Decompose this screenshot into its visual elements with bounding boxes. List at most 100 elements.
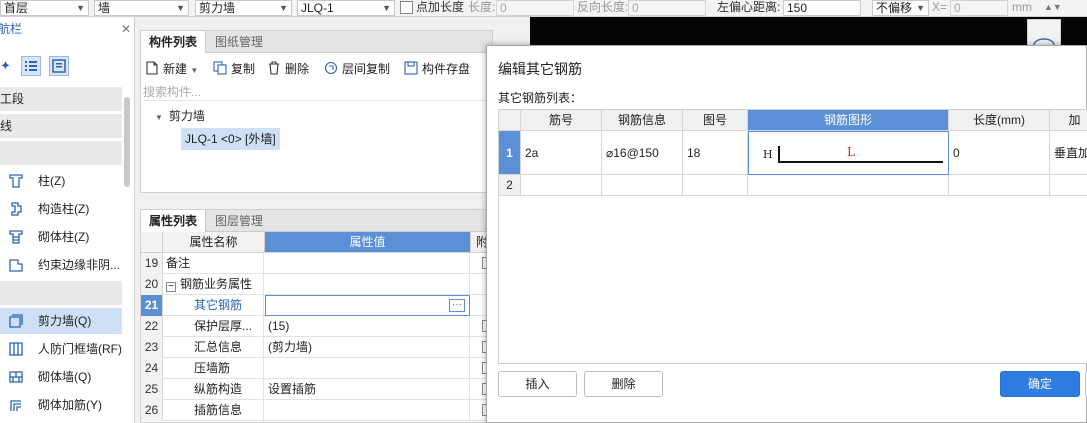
subtype-select[interactable]: 剪力墙 ▼ — [195, 0, 292, 16]
table-header-bar-shape: 钢筋图形 — [748, 110, 949, 131]
nav-item-masonry-rebar[interactable]: 砌体加筋(Y) — [0, 392, 122, 418]
property-value[interactable] — [265, 274, 470, 295]
component-search-input[interactable]: 搜索构件... — [143, 83, 491, 101]
bar-shape-cell[interactable] — [748, 175, 949, 196]
new-button[interactable]: 新建 ▼ — [145, 60, 198, 78]
nav-group-section[interactable]: 施工段 — [0, 87, 122, 111]
tree-expand-icon[interactable]: ▼ — [155, 113, 163, 122]
nav-item-masonry-column[interactable]: 砌体柱(Z) — [0, 224, 122, 250]
left-offset-label: 左偏心距离: — [717, 0, 781, 14]
tree-node-shear-wall[interactable]: ▼ 剪力墙 — [155, 107, 205, 124]
reverse-length-input[interactable]: 0 — [628, 0, 706, 16]
floor-copy-button-label: 层间复制 — [342, 62, 391, 76]
property-value[interactable]: 设置插筋 — [265, 379, 470, 400]
component-select[interactable]: JLQ-1 ▼ — [297, 0, 395, 16]
bar-shape-cell[interactable]: H L — [748, 131, 949, 175]
property-row[interactable]: 22 保护层厚... (15) — [141, 316, 492, 337]
nav-group-wall[interactable]: 墙 — [0, 281, 122, 305]
property-value[interactable] — [265, 253, 470, 274]
nav-item-edge-member[interactable]: 约束边缘非阴... — [0, 252, 122, 278]
component-tabs: 构件列表 图纸管理 — [141, 31, 492, 53]
detail-view-icon[interactable] — [49, 56, 69, 76]
length-cell[interactable] — [949, 175, 1050, 196]
insert-button[interactable]: 插入 — [498, 371, 577, 397]
row-number[interactable]: 2 — [499, 175, 521, 196]
property-row[interactable]: 23 汇总信息 (剪力墙) — [141, 337, 492, 358]
type-select-value: 墙 — [98, 1, 111, 15]
component-select-value: JLQ-1 — [301, 1, 334, 15]
ok-button[interactable]: 确定 — [1000, 371, 1080, 397]
nav-item-shear-wall[interactable]: 剪力墙(Q) — [0, 308, 122, 334]
spinner-icon[interactable]: ▲▼ — [1044, 0, 1062, 16]
property-row[interactable]: 24 压墙筋 — [141, 358, 492, 379]
add-length-label: 点加长度 — [416, 0, 465, 14]
bar-info-cell[interactable]: ⌀16@150 — [602, 131, 683, 175]
nav-item-constructional-column[interactable]: 构造柱(Z) — [0, 196, 122, 222]
bar-no-cell[interactable] — [521, 175, 602, 196]
nav-item-label: 构造柱(Z) — [38, 202, 90, 216]
nav-group-axis[interactable]: 轴线 — [0, 114, 122, 138]
delete-button[interactable]: 删除 — [267, 60, 309, 78]
length-input[interactable]: 0 — [496, 0, 574, 16]
property-row-selected[interactable]: 21 其它钢筋 ··· — [141, 295, 492, 316]
delete-row-button[interactable]: 删除 — [584, 371, 663, 397]
component-save-button[interactable]: 构件存盘 — [404, 60, 470, 78]
left-offset-input[interactable]: 150 — [783, 0, 861, 16]
nav-item-column[interactable]: 柱(Z) — [0, 168, 122, 194]
collapse-icon[interactable]: − — [166, 282, 176, 292]
property-value[interactable] — [265, 400, 470, 421]
tab-layer-management[interactable]: 图层管理 — [207, 210, 271, 232]
property-row[interactable]: 26 插筋信息 — [141, 400, 492, 421]
property-name: 压墙筋 — [163, 358, 264, 379]
component-save-button-label: 构件存盘 — [422, 62, 471, 76]
x-input[interactable]: 0 — [950, 0, 1008, 16]
offset-mode-select[interactable]: 不偏移 ▼ — [872, 0, 929, 16]
nav-item-civil-defense-wall[interactable]: 人防门框墙(RF) — [0, 336, 122, 362]
new-file-icon — [146, 61, 158, 75]
nav-item-masonry-wall[interactable]: 砌体墙(Q) — [0, 364, 122, 390]
nav-scrollbar[interactable] — [124, 97, 130, 187]
property-row[interactable]: 20 − 钢筋业务属性 — [141, 274, 492, 295]
tab-component-list[interactable]: 构件列表 — [141, 31, 207, 53]
floor-copy-button[interactable]: 层间复制 — [324, 60, 390, 78]
row-number: 20 — [141, 274, 163, 295]
rebar-table: 筋号 钢筋信息 图号 钢筋图形 长度(mm) 加 1 2a ⌀16@150 18… — [498, 109, 1087, 364]
row-number: 22 — [141, 316, 163, 337]
table-header-bar-info: 钢筋信息 — [602, 110, 683, 131]
length-cell[interactable]: 0 — [949, 131, 1050, 175]
property-value[interactable] — [265, 358, 470, 379]
figure-no-cell[interactable] — [683, 175, 748, 196]
extra-cell[interactable]: 垂直加 — [1050, 131, 1087, 175]
nav-title: 导航栏 ✕ — [0, 19, 134, 39]
property-row[interactable]: 25 纵筋构造 设置插筋 — [141, 379, 492, 400]
floor-copy-icon — [324, 61, 338, 75]
nav-group-column[interactable]: 柱 — [0, 141, 122, 165]
sparkle-icon[interactable]: ✦ — [0, 58, 11, 74]
type-select[interactable]: 墙 ▼ — [94, 0, 189, 16]
floor-select[interactable]: 首层 ▼ — [0, 0, 89, 16]
property-value[interactable]: (15) — [265, 316, 470, 337]
bar-info-cell[interactable] — [602, 175, 683, 196]
tree-leaf-jlq-1[interactable]: JLQ-1 <0> [外墙] — [181, 128, 280, 150]
list-view-icon[interactable] — [21, 56, 41, 76]
nav-item-label: 约束边缘非阴... — [38, 258, 121, 272]
close-icon[interactable]: ✕ — [121, 19, 131, 39]
extra-cell[interactable] — [1050, 175, 1087, 196]
component-list-panel: 构件列表 图纸管理 新建 ▼ 复制 删除 层间复制 构件存盘 搜索构件... ▼… — [140, 30, 493, 193]
row-number: 25 — [141, 379, 163, 400]
property-value-editor[interactable]: ··· — [265, 295, 470, 316]
copy-button[interactable]: 复制 — [213, 60, 255, 78]
dialog-subtitle: 其它钢筋列表： — [498, 91, 583, 105]
new-button-label: 新建 — [163, 62, 188, 76]
tab-property-list[interactable]: 属性列表 — [141, 210, 207, 232]
property-row[interactable]: 19 备注 — [141, 253, 492, 274]
property-header-name: 属性名称 — [163, 232, 265, 253]
bar-no-cell[interactable]: 2a — [521, 131, 602, 175]
edge-member-icon — [9, 259, 23, 272]
tab-drawing-management[interactable]: 图纸管理 — [207, 31, 271, 53]
ellipsis-button[interactable]: ··· — [449, 299, 465, 312]
add-length-checkbox[interactable] — [400, 1, 413, 14]
figure-no-cell[interactable]: 18 — [683, 131, 748, 175]
property-value[interactable]: (剪力墙) — [265, 337, 470, 358]
row-number[interactable]: 1 — [499, 131, 521, 175]
